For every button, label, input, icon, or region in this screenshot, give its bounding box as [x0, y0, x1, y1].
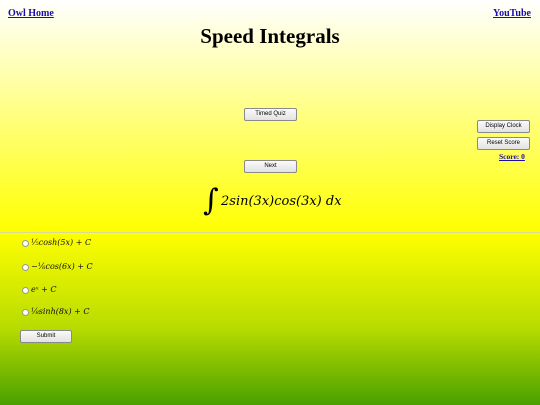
- radio-button[interactable]: [22, 264, 29, 271]
- timed-quiz-button[interactable]: Timed Quiz: [244, 108, 297, 121]
- integrand: 2sin(3x)cos(3x) dx: [221, 194, 342, 209]
- answer-label: ⅕cosh(5x) + C: [31, 238, 92, 247]
- answer-panel: [0, 233, 540, 405]
- display-clock-button[interactable]: Display Clock: [477, 120, 530, 133]
- reset-score-button[interactable]: Reset Score: [477, 137, 530, 150]
- answer-label: eˣ + C: [31, 285, 57, 294]
- next-button[interactable]: Next: [244, 160, 297, 173]
- youtube-link[interactable]: YouTube: [493, 8, 531, 19]
- submit-button[interactable]: Submit: [20, 330, 72, 343]
- answer-label: ⅛sinh(8x) + C: [31, 307, 90, 316]
- radio-button[interactable]: [22, 240, 29, 247]
- radio-button[interactable]: [22, 287, 29, 294]
- page-title: Speed Integrals: [200, 24, 340, 48]
- answer-label: −⅙cos(6x) + C: [31, 262, 93, 271]
- score-display: Score: 0: [499, 152, 525, 161]
- integral-sign: ∫: [203, 183, 219, 218]
- radio-button[interactable]: [22, 309, 29, 316]
- owl-home-link[interactable]: Owl Home: [8, 8, 54, 19]
